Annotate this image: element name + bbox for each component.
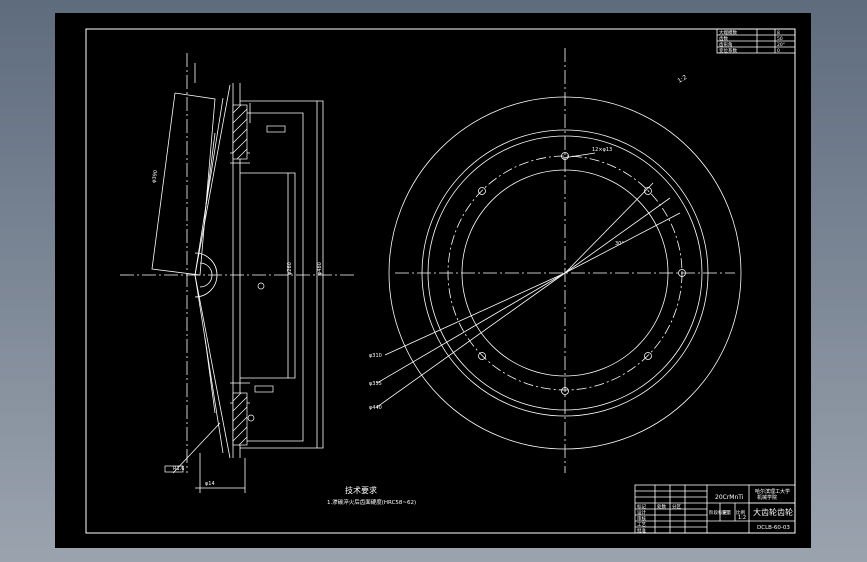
param-val-1: 50 [777, 36, 783, 42]
param-key-1: 齿数 [719, 35, 728, 42]
param-key-0: 大端模数 [719, 29, 737, 36]
title-cell-8: 工艺 [637, 522, 646, 528]
param-key-2: 齿形角 [719, 41, 733, 48]
title-cell-1: 处数 [657, 503, 666, 510]
tech-req-title: 技术要求 [345, 485, 377, 495]
param-val-0: 8 [777, 30, 780, 36]
dim-bore: φ260 [287, 262, 293, 275]
datum-symbols [164, 125, 286, 473]
dim-circle-1: φ310 [369, 353, 382, 359]
dim-width: φ14 [205, 481, 215, 487]
tech-req-note: 1.渗碳淬火后齿面硬度(HRC58~62) [327, 498, 416, 506]
dim-angle: 30° [615, 241, 624, 247]
param-val-2: 20° [777, 42, 785, 48]
title-cell-0: 标记 [637, 503, 646, 510]
title-material: 20CrMnTi [715, 494, 744, 501]
title-cell-6: 设计 [637, 509, 646, 516]
cad-drawing: 大端模数 8 齿数 50 齿形角 20° 变位系数 0 1:2 φ260 φ48… [85, 28, 796, 534]
bolt-holes [478, 152, 686, 395]
front-view [376, 48, 742, 473]
title-drawing-no: DCLB-60-03 [757, 525, 790, 531]
drawing-frame [85, 28, 796, 534]
title-cell-12: 比例 [736, 509, 745, 516]
title-org-2: 机械学院 [757, 494, 777, 501]
title-org-1: 哈尔滨理工大学 [755, 488, 790, 495]
dim-circle-3: φ440 [369, 405, 382, 411]
title-cell-7: 审核 [637, 515, 646, 522]
title-cell-9: 批准 [637, 527, 646, 534]
dim-tooth: φ390 [151, 170, 159, 184]
roughness-note: 1:2 [677, 74, 689, 85]
param-key-3: 变位系数 [719, 47, 737, 54]
title-cell-11: 重量 [722, 509, 731, 516]
param-val-3: 0 [777, 48, 780, 54]
dim-hole-count: 12×φ13 [592, 147, 612, 153]
title-cell-2: 分区 [672, 503, 681, 510]
dim-circle-2: φ355 [369, 381, 382, 387]
dim-outer: φ480 [317, 262, 323, 275]
drawing-sheet: 大端模数 8 齿数 50 齿形角 20° 变位系数 0 1:2 φ260 φ48… [55, 13, 811, 548]
title-part-name: 大齿轮齿轮 [753, 507, 793, 517]
